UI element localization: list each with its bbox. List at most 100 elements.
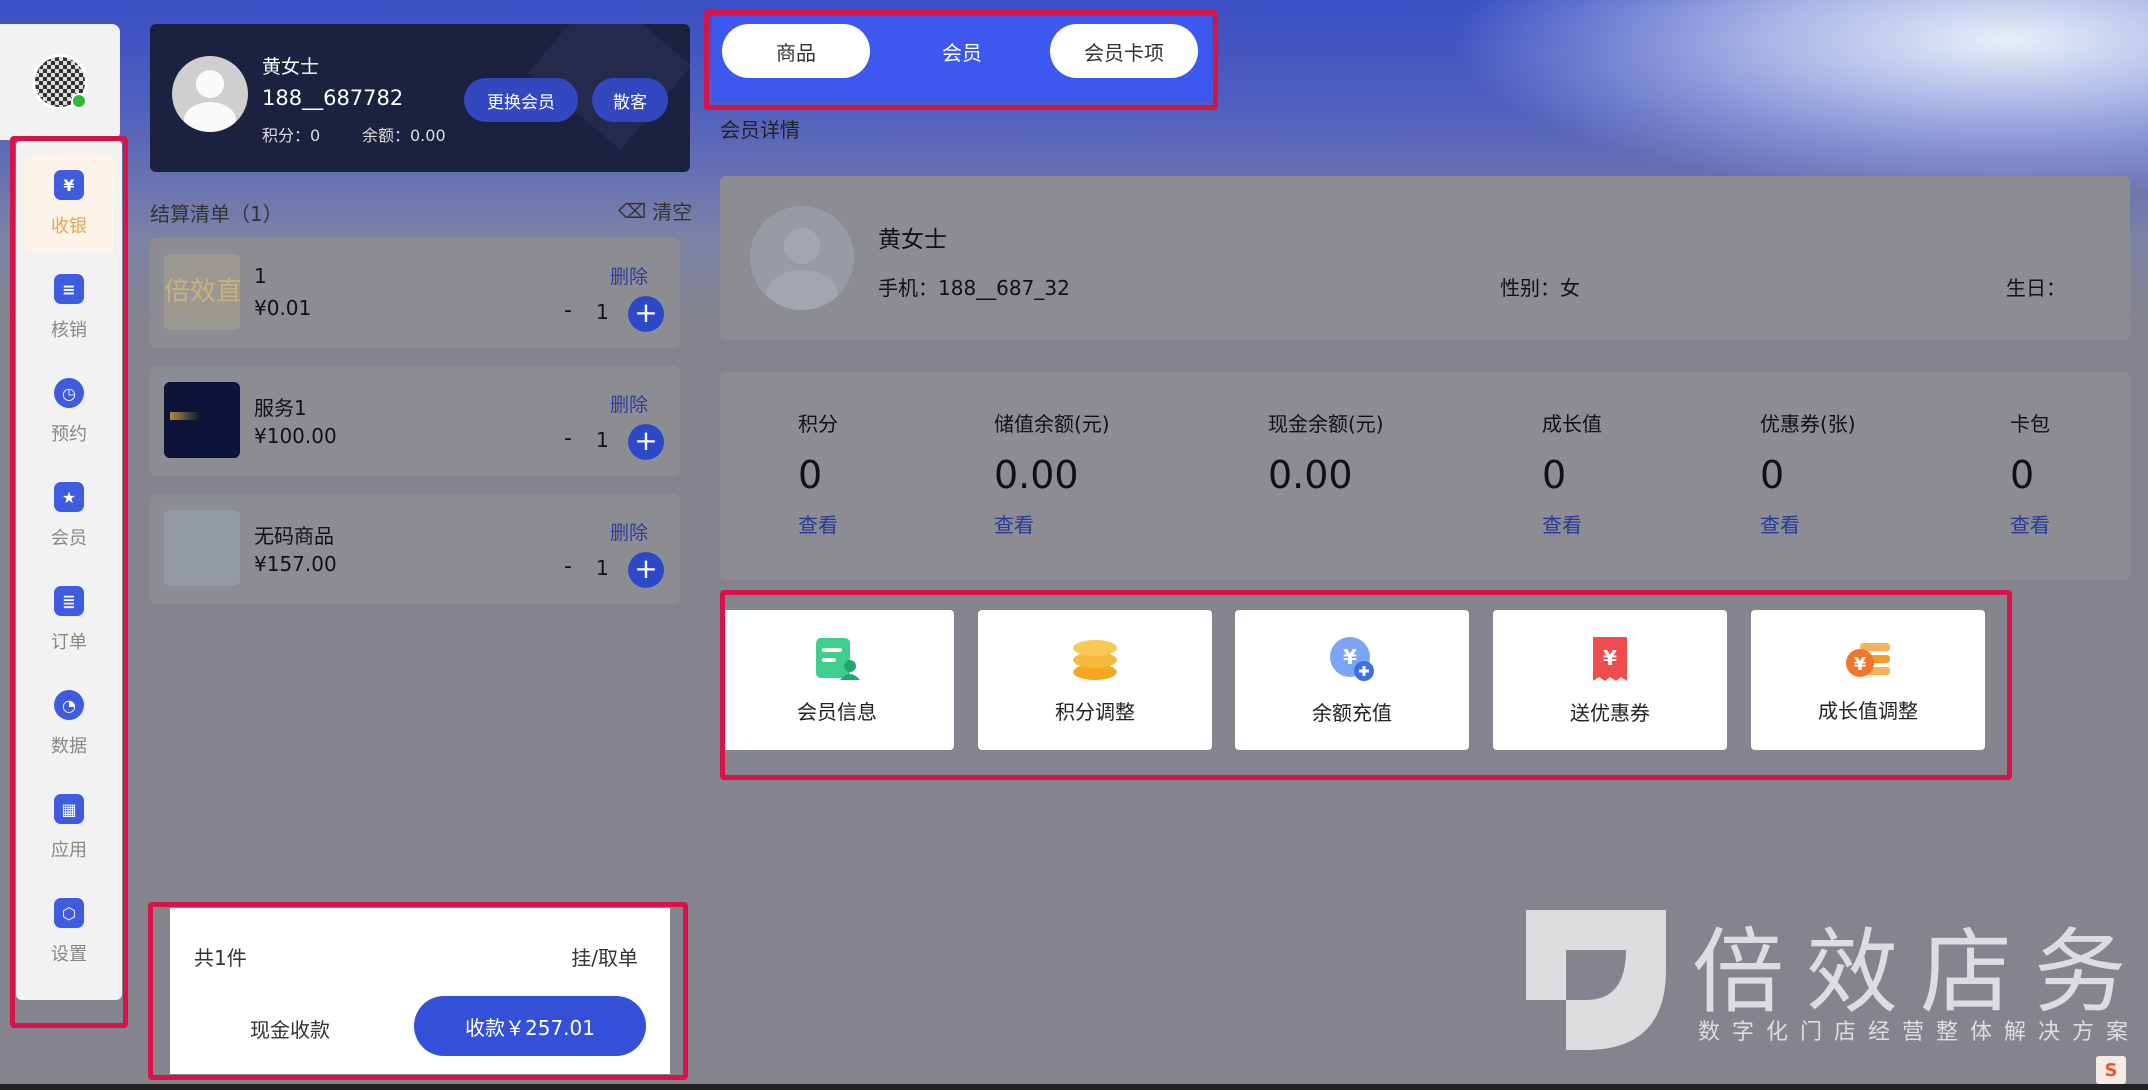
sidebar-item-label: 核销 — [51, 320, 87, 341]
stat-growth: 成长值 0 查看 — [1542, 412, 1602, 538]
checkout-bar: 共1件 挂/取单 现金收款 收款￥257.01 — [170, 908, 670, 1074]
growth-adjust-button[interactable]: ¥ 成长值调整 — [1751, 610, 1985, 750]
store-logo[interactable] — [0, 24, 120, 140]
sidebar-item-verify[interactable]: ≡ 核销 — [22, 260, 116, 356]
cash-pay-button[interactable]: 现金收款 — [250, 1014, 330, 1043]
sidebar-item-label: 应用 — [51, 840, 87, 861]
item-quantity: 1 — [596, 556, 609, 580]
delete-item-link[interactable]: 删除 — [610, 390, 648, 417]
avatar — [750, 206, 854, 310]
item-name: 1 — [254, 264, 267, 288]
delete-item-link[interactable]: 删除 — [610, 518, 648, 545]
detail-birthday: 生日： — [2006, 276, 2066, 300]
pay-button[interactable]: 收款￥257.01 — [414, 996, 646, 1056]
cart-item: 无码商品 ¥157.00 删除 - 1 + — [150, 494, 680, 604]
sidebar-item-label: 订单 — [51, 632, 87, 653]
member-stats-card: 积分 0 查看 储值余额(元) 0.00 查看 现金余额(元) 0.00 成长值… — [720, 372, 2130, 580]
decrease-qty-button[interactable]: - — [558, 554, 578, 579]
member-info-icon — [816, 637, 860, 680]
send-coupon-button[interactable]: ¥ 送优惠券 — [1493, 610, 1727, 750]
item-price: ¥157.00 — [254, 552, 337, 576]
view-link[interactable]: 查看 — [1760, 509, 1856, 538]
balance-recharge-button[interactable]: ¥ 余额充值 — [1235, 610, 1469, 750]
member-phone: 188__687782 — [262, 86, 404, 110]
item-thumbnail — [164, 510, 240, 586]
recharge-icon: ¥ — [1330, 636, 1374, 681]
member-detail-card: 黄女士 手机：188__687_32 性别：女 生日： — [720, 176, 2130, 340]
decrease-qty-button[interactable]: - — [558, 426, 578, 451]
pie-chart-icon: ◔ — [54, 690, 84, 720]
eraser-icon: ⌫ — [618, 198, 647, 223]
points-adjust-button[interactable]: 积分调整 — [978, 610, 1212, 750]
sidebar-item-data[interactable]: ◔ 数据 — [22, 676, 116, 772]
view-link[interactable]: 查看 — [1542, 509, 1602, 538]
background-glow — [1448, 0, 2148, 200]
clock-icon: ◷ — [54, 378, 84, 408]
verify-icon: ≡ — [54, 274, 84, 304]
sidebar-item-label: 设置 — [51, 944, 87, 965]
member-name: 黄女士 — [262, 56, 320, 78]
sidebar: ¥ 收银 ≡ 核销 ◷ 预约 ★ 会员 ≣ 订单 ◔ 数据 ▦ 应用 ⬡ 设置 — [16, 140, 122, 1000]
change-member-button[interactable]: 更换会员 — [464, 78, 578, 122]
hang-order-button[interactable]: 挂/取单 — [571, 942, 638, 971]
clear-label: 清空 — [652, 200, 693, 224]
tab-goods[interactable]: 商品 — [722, 24, 870, 78]
top-tabs: 商品 会员 会员卡项 — [712, 16, 1212, 102]
detail-gender: 性别：女 — [1500, 276, 1580, 300]
item-quantity: 1 — [596, 300, 609, 324]
settings-icon: ⬡ — [54, 898, 84, 928]
sidebar-item-cashier[interactable]: ¥ 收银 — [22, 156, 116, 252]
member-info-button[interactable]: 会员信息 — [720, 610, 954, 750]
input-method-icon[interactable]: S — [2096, 1056, 2126, 1084]
increase-qty-button[interactable]: + — [628, 424, 664, 460]
detail-phone: 手机：188__687_32 — [878, 276, 1070, 300]
cart-item: 倍效直 1 ¥0.01 删除 - 1 + — [150, 238, 680, 348]
cashier-icon: ¥ — [54, 170, 84, 200]
sidebar-item-label: 数据 — [51, 736, 87, 757]
stat-cash-balance: 现金余额(元) 0.00 — [1268, 412, 1384, 497]
view-link[interactable]: 查看 — [2010, 509, 2050, 538]
checkout-list-title: 结算清单（1） — [150, 202, 283, 226]
watermark-subtitle: 数字化门店经营整体解决方案 — [1698, 1020, 2141, 1045]
guest-button[interactable]: 散客 — [592, 78, 668, 122]
decrease-qty-button[interactable]: - — [558, 298, 578, 323]
member-points: 积分：0 — [262, 126, 321, 145]
svg-text:¥: ¥ — [1343, 645, 1357, 669]
order-icon: ≣ — [54, 586, 84, 616]
tab-member-cards[interactable]: 会员卡项 — [1050, 24, 1198, 78]
bottom-border — [0, 1084, 2148, 1090]
sidebar-item-orders[interactable]: ≣ 订单 — [22, 572, 116, 668]
sidebar-item-label: 会员 — [51, 528, 87, 549]
member-header-card: 黄女士 188__687782 积分：0 余额：0.00 更换会员 散客 — [150, 24, 690, 172]
stat-card-wallet: 卡包 0 查看 — [2010, 412, 2050, 538]
tab-member[interactable]: 会员 — [888, 24, 1036, 78]
increase-qty-button[interactable]: + — [628, 552, 664, 588]
delete-item-link[interactable]: 删除 — [610, 262, 648, 289]
sidebar-item-settings[interactable]: ⬡ 设置 — [22, 884, 116, 980]
coupon-icon: ¥ — [1593, 636, 1627, 681]
view-link[interactable]: 查看 — [798, 509, 838, 538]
detail-name: 黄女士 — [878, 227, 947, 253]
sidebar-item-member[interactable]: ★ 会员 — [22, 468, 116, 564]
cart-item: 服务1 ¥100.00 删除 - 1 + — [150, 366, 680, 476]
view-link[interactable]: 查看 — [994, 509, 1110, 538]
sidebar-item-booking[interactable]: ◷ 预约 — [22, 364, 116, 460]
member-icon: ★ — [54, 482, 84, 512]
item-thumbnail — [164, 382, 240, 458]
growth-icon: ¥ — [1846, 642, 1890, 677]
sidebar-item-apps[interactable]: ▦ 应用 — [22, 780, 116, 876]
apps-icon: ▦ — [54, 794, 84, 824]
avatar — [172, 56, 248, 132]
watermark-logo — [1526, 910, 1666, 1050]
item-name: 服务1 — [254, 396, 307, 420]
sidebar-item-label: 收银 — [51, 216, 87, 237]
member-balance: 余额：0.00 — [362, 126, 446, 145]
item-price: ¥0.01 — [254, 296, 312, 320]
increase-qty-button[interactable]: + — [628, 296, 664, 332]
item-thumbnail: 倍效直 — [164, 254, 240, 330]
svg-text:¥: ¥ — [1603, 646, 1617, 670]
points-coins-icon — [1073, 639, 1117, 680]
item-price: ¥100.00 — [254, 424, 337, 448]
item-quantity: 1 — [596, 428, 609, 452]
clear-button[interactable]: ⌫ 清空 — [618, 196, 692, 225]
